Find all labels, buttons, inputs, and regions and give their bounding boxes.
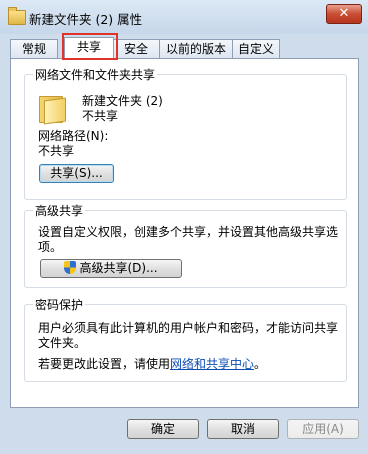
tab-customize[interactable]: 自定义 — [232, 39, 280, 58]
cancel-button[interactable]: 取消 — [207, 419, 279, 439]
apply-button[interactable]: 应用(A) — [287, 419, 359, 439]
folder-icon — [8, 7, 26, 25]
network-share-title: 网络文件和文件夹共享 — [33, 66, 158, 83]
tab-security[interactable]: 安全 — [112, 39, 160, 58]
title-bar: 新建文件夹 (2) 属性 ✕ — [0, 0, 368, 34]
network-path-value: 不共享 — [38, 144, 75, 158]
advanced-share-group: 高级共享 设置自定义权限，创建多个共享，并设置其他高级共享选 项。 高级共享(D… — [24, 202, 347, 288]
network-sharing-center-link[interactable]: 网络和共享中心 — [170, 357, 254, 371]
folder-share-status: 不共享 — [82, 109, 119, 123]
tab-general[interactable]: 常规 — [10, 39, 58, 58]
change-setting-text: 若要更改此设置，请使用网络和共享中心。 — [38, 355, 266, 372]
password-protection-group: 密码保护 用户必须具有此计算机的用户帐户和密码，才能访问共享 文件夹。 若要更改… — [24, 296, 347, 382]
ok-button[interactable]: 确定 — [127, 419, 199, 439]
network-share-group: 网络文件和文件夹共享 新建文件夹 (2) 不共享 网络路径(N): 不共享 共享… — [24, 66, 347, 200]
tab-previous-versions[interactable]: 以前的版本 — [159, 39, 233, 58]
sharing-panel: 网络文件和文件夹共享 新建文件夹 (2) 不共享 网络路径(N): 不共享 共享… — [10, 58, 359, 408]
change-setting-prefix: 若要更改此设置，请使用 — [38, 357, 171, 371]
close-button[interactable]: ✕ — [326, 4, 362, 24]
uac-shield-icon — [64, 261, 77, 274]
share-button[interactable]: 共享(S)... — [39, 164, 114, 183]
advanced-share-button[interactable]: 高级共享(D)... — [40, 259, 182, 278]
advanced-share-description-cont: 项。 — [38, 240, 63, 254]
password-protection-title: 密码保护 — [33, 296, 86, 313]
advanced-share-description: 设置自定义权限，创建多个共享，并设置其他高级共享选 — [38, 225, 339, 239]
advanced-share-title: 高级共享 — [33, 202, 86, 219]
password-description-cont: 文件夹。 — [38, 336, 87, 350]
change-setting-suffix: 。 — [254, 357, 267, 371]
advanced-share-button-label: 高级共享(D)... — [79, 261, 158, 275]
window-title: 新建文件夹 (2) 属性 — [29, 12, 143, 27]
folder-icon — [39, 91, 67, 125]
highlight-annotation — [62, 33, 118, 60]
